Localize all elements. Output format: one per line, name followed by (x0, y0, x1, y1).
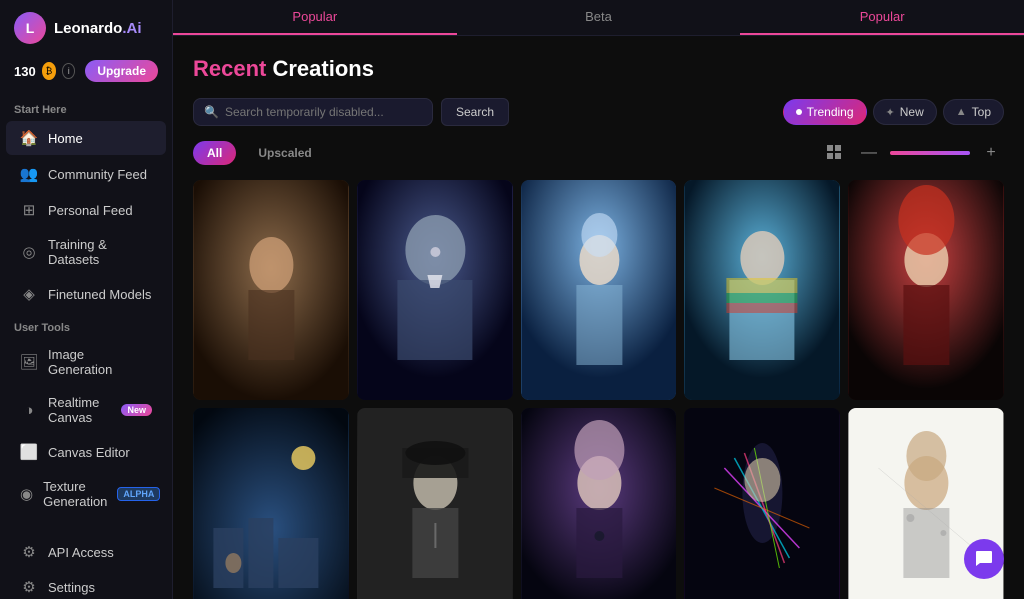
tab-popular-2[interactable]: Popular (740, 0, 1024, 35)
chat-bubble[interactable] (964, 539, 1004, 579)
alpha-badge: ALPHA (117, 487, 160, 501)
page-area: Recent Creations 🔍 Search Trending ✦ New (173, 36, 1024, 599)
filter-buttons: Trending ✦ New ▲ Top (783, 99, 1004, 125)
image-6 (193, 408, 349, 599)
info-icon[interactable]: i (62, 63, 75, 79)
sidebar-item-realtime-canvas[interactable]: ◑ Realtime Canvas New (6, 387, 166, 433)
main-content: Popular Beta Popular Recent Creations 🔍 … (173, 0, 1024, 599)
sidebar-item-settings[interactable]: ⚙ Settings (6, 570, 166, 599)
search-input-wrap[interactable]: 🔍 (193, 98, 433, 126)
logo: L Leonardo.Ai (0, 12, 172, 56)
image-card-4[interactable] (684, 180, 840, 400)
image-7 (357, 408, 513, 599)
search-input[interactable] (225, 105, 422, 119)
minus-button[interactable]: — (856, 140, 882, 166)
credits-row: 130 ₿ i Upgrade (0, 56, 172, 94)
canvas-editor-icon: ⬜ (20, 443, 38, 461)
sidebar-realtime-canvas-label: Realtime Canvas (48, 395, 111, 425)
image-4 (684, 180, 840, 400)
sidebar-canvas-editor-label: Canvas Editor (48, 445, 152, 460)
image-grid-row-1 (193, 180, 1004, 400)
sidebar-bottom: ⚙ API Access ⚙ Settings ? FAQ & Help (0, 534, 172, 599)
search-icon: 🔍 (204, 105, 219, 119)
community-feed-icon: 👥 (20, 165, 38, 183)
tab-popular-1[interactable]: Popular (173, 0, 457, 35)
image-card-7[interactable] (357, 408, 513, 599)
sidebar-home-label: Home (48, 131, 152, 146)
image-gen-icon: 🖼 (20, 353, 38, 371)
filter-trending[interactable]: Trending (783, 99, 867, 125)
home-icon: 🏠 (20, 129, 38, 147)
slider-track (890, 151, 970, 155)
sidebar-image-gen-label: Image Generation (48, 347, 152, 377)
image-8 (521, 408, 677, 599)
top-tabs: Popular Beta Popular (173, 0, 1024, 36)
app-name: Leonardo.Ai (54, 20, 142, 37)
user-tools-label: User Tools (0, 312, 172, 338)
sidebar: L Leonardo.Ai 130 ₿ i Upgrade Start Here… (0, 0, 173, 599)
title-highlight: Recent (193, 56, 266, 81)
filter-top[interactable]: ▲ Top (943, 99, 1004, 125)
credits-icon: ₿ (42, 62, 56, 80)
view-icons: — + (822, 140, 1004, 166)
sidebar-item-training[interactable]: ◎ Training & Datasets (6, 229, 166, 275)
sidebar-item-community-feed[interactable]: 👥 Community Feed (6, 157, 166, 191)
personal-feed-icon: ⊞ (20, 201, 38, 219)
image-card-1[interactable] (193, 180, 349, 400)
finetuned-icon: ◈ (20, 285, 38, 303)
image-card-5[interactable] (848, 180, 1004, 400)
tab-beta[interactable]: Beta (457, 0, 741, 35)
tab-all[interactable]: All (193, 141, 236, 165)
image-1 (193, 180, 349, 400)
upgrade-button[interactable]: Upgrade (85, 60, 158, 82)
grid-view-button[interactable] (822, 140, 848, 166)
image-5 (848, 180, 1004, 400)
api-icon: ⚙ (20, 543, 38, 561)
image-card-9[interactable] (684, 408, 840, 599)
sidebar-training-label: Training & Datasets (48, 237, 152, 267)
title-rest: Creations (272, 56, 373, 81)
texture-gen-icon: ◉ (20, 485, 33, 503)
start-here-label: Start Here (0, 94, 172, 120)
sidebar-item-canvas-editor[interactable]: ⬜ Canvas Editor (6, 435, 166, 469)
new-badge: New (121, 404, 152, 416)
size-slider[interactable] (890, 151, 970, 155)
credits-count: 130 (14, 64, 36, 79)
sidebar-item-api[interactable]: ⚙ API Access (6, 535, 166, 569)
image-card-2[interactable] (357, 180, 513, 400)
sidebar-item-texture-gen[interactable]: ◉ Texture Generation ALPHA (6, 471, 166, 517)
image-9 (684, 408, 840, 599)
page-title: Recent Creations (193, 56, 1004, 82)
filter-new[interactable]: ✦ New (873, 99, 937, 125)
image-2 (357, 180, 513, 400)
sidebar-item-home[interactable]: 🏠 Home (6, 121, 166, 155)
image-card-6[interactable] (193, 408, 349, 599)
image-grid-row-2 (193, 408, 1004, 599)
trending-dot (796, 109, 802, 115)
sidebar-api-label: API Access (48, 545, 152, 560)
sidebar-personal-feed-label: Personal Feed (48, 203, 152, 218)
sidebar-settings-label: Settings (48, 580, 152, 595)
realtime-canvas-icon: ◑ (20, 401, 38, 419)
sidebar-item-finetuned[interactable]: ◈ Finetuned Models (6, 277, 166, 311)
search-button[interactable]: Search (441, 98, 509, 126)
tab-upscaled[interactable]: Upscaled (244, 141, 325, 165)
sidebar-finetuned-label: Finetuned Models (48, 287, 152, 302)
sidebar-community-feed-label: Community Feed (48, 167, 152, 182)
sidebar-texture-gen-label: Texture Generation (43, 479, 107, 509)
settings-icon: ⚙ (20, 578, 38, 596)
view-row: All Upscaled — + (193, 140, 1004, 166)
image-card-8[interactable] (521, 408, 677, 599)
sidebar-item-image-gen[interactable]: 🖼 Image Generation (6, 339, 166, 385)
search-bar: 🔍 Search Trending ✦ New ▲ Top (193, 98, 1004, 126)
training-icon: ◎ (20, 243, 38, 261)
avatar: L (14, 12, 46, 44)
sidebar-item-personal-feed[interactable]: ⊞ Personal Feed (6, 193, 166, 227)
plus-button[interactable]: + (978, 140, 1004, 166)
image-card-3[interactable] (521, 180, 677, 400)
image-3 (521, 180, 677, 400)
